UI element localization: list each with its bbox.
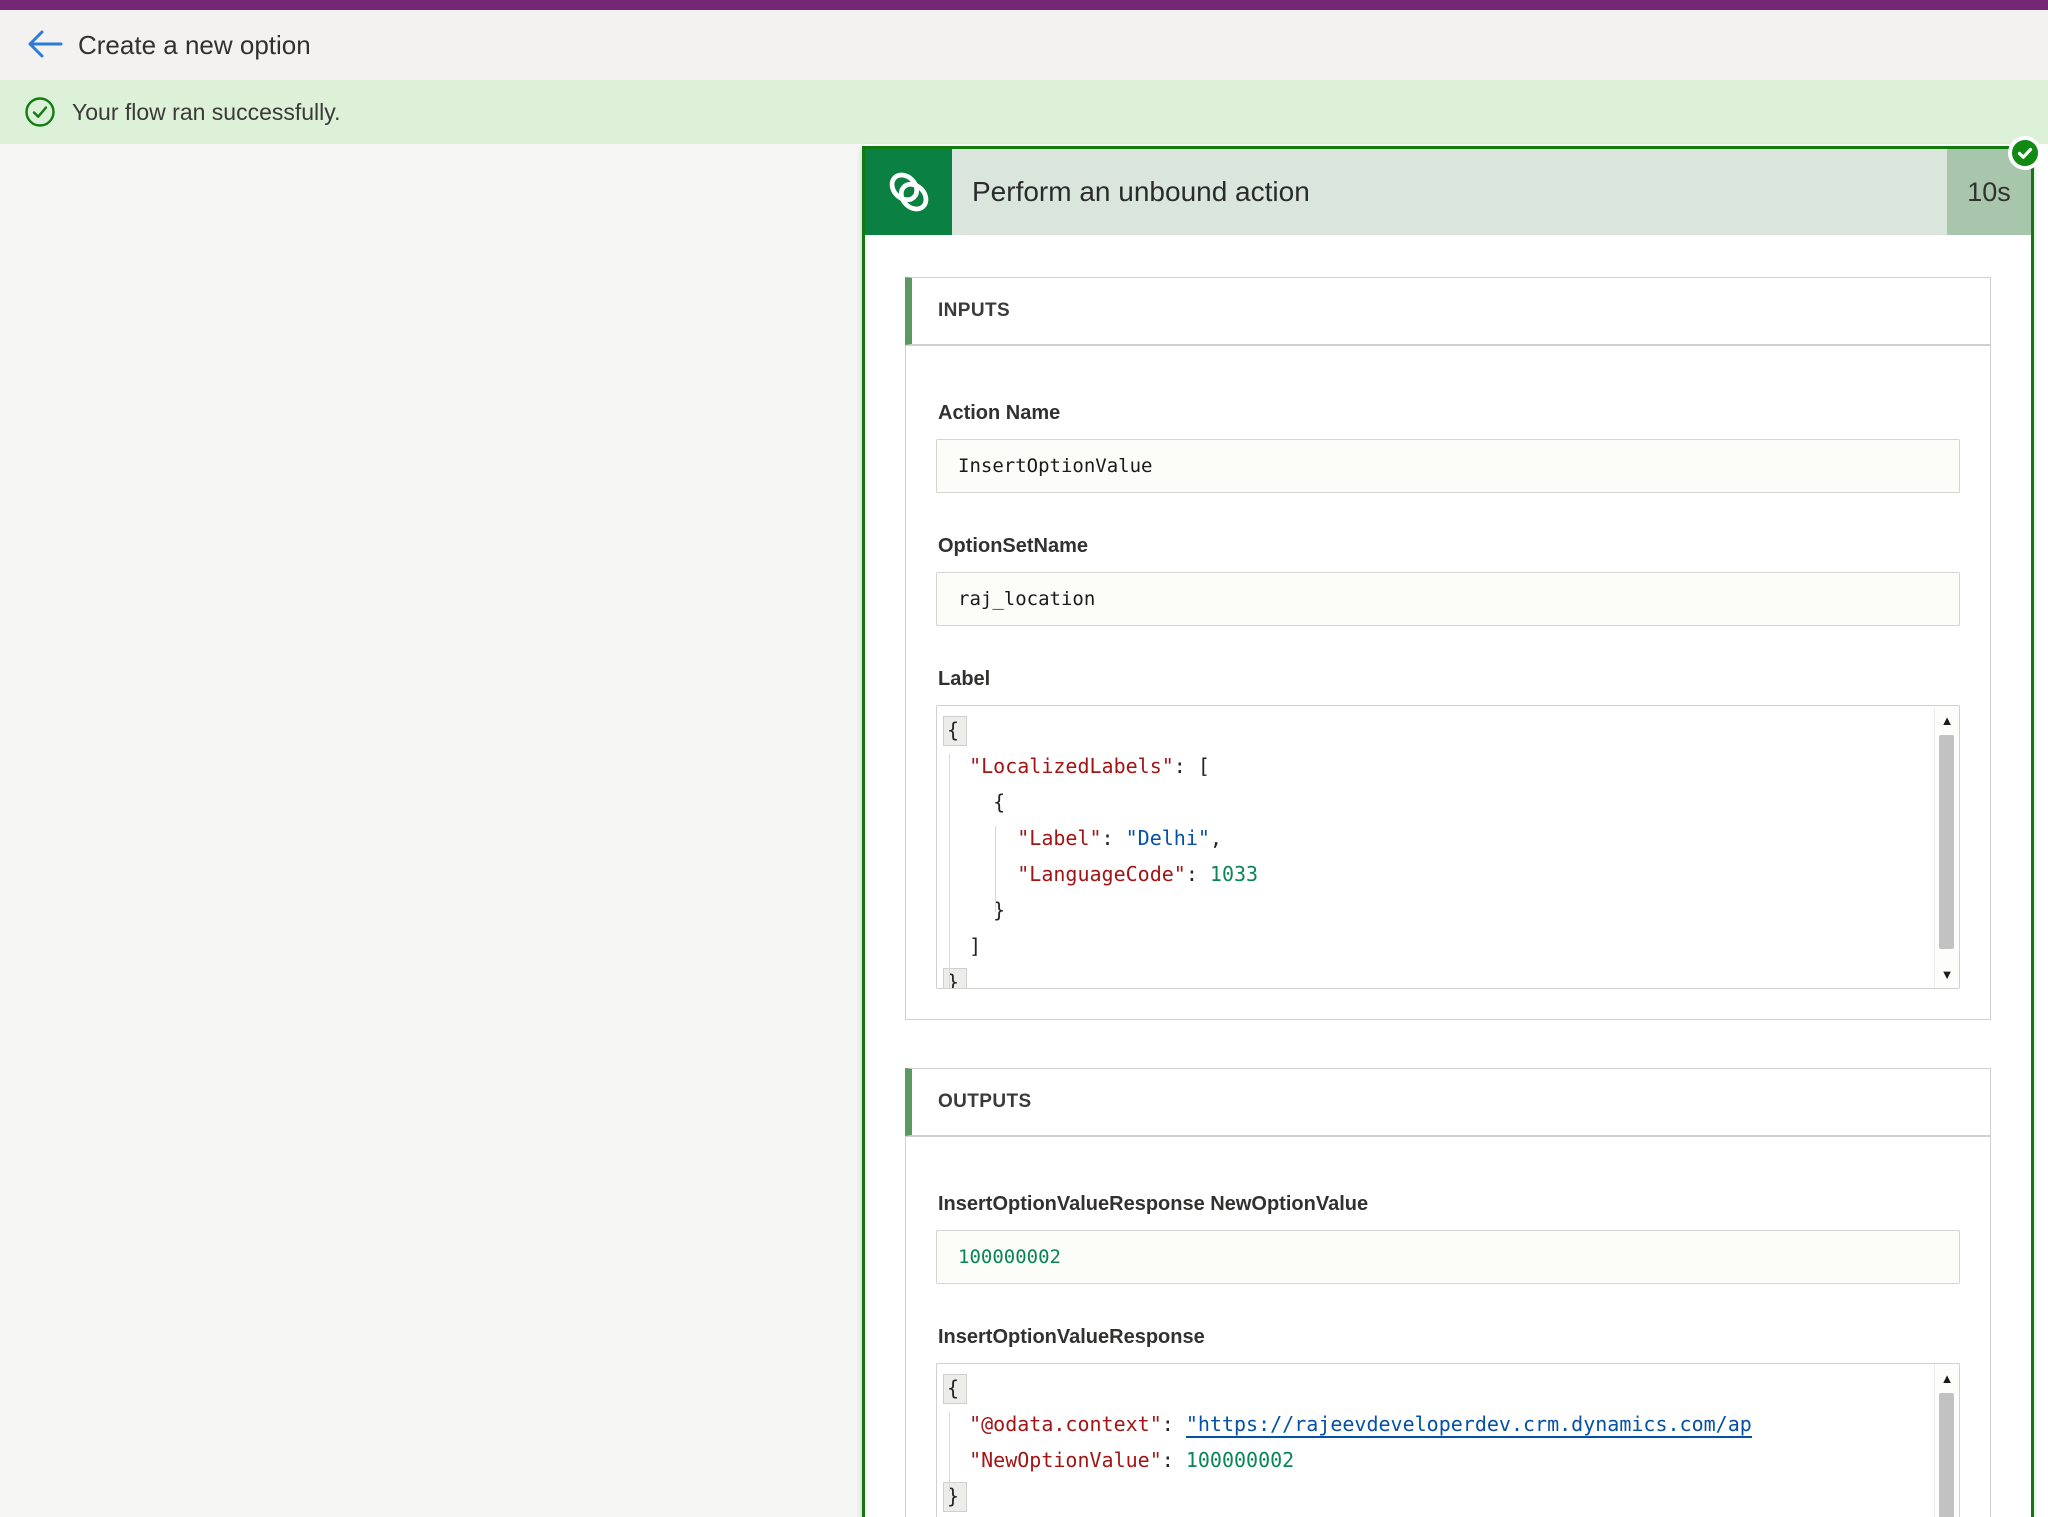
inputs-section-body: Action Name InsertOptionValue OptionSetN…	[905, 345, 1991, 1020]
scrollbar-thumb[interactable]	[1939, 735, 1954, 949]
outputs-section: OUTPUTS InsertOptionValueResponse NewOpt…	[905, 1068, 1991, 1517]
success-banner: Your flow ran successfully.	[0, 80, 2048, 144]
action-card-body: INPUTS Action Name InsertOptionValue Opt…	[865, 235, 2031, 1517]
inputs-section-header: INPUTS	[905, 277, 1991, 345]
optionset-label: OptionSetName	[938, 535, 1960, 558]
action-card: Perform an unbound action 10s INPUTS Act…	[862, 146, 2034, 1517]
label-json-editor[interactable]: { "LocalizedLabels": [ { "Label": "Delhi…	[936, 705, 1960, 989]
scroll-up-arrow[interactable]: ▲	[1935, 709, 1959, 731]
action-title: Perform an unbound action	[952, 149, 1947, 235]
response-label: InsertOptionValueResponse	[938, 1326, 1960, 1349]
optionset-value: raj_location	[936, 572, 1960, 626]
optionset-field: OptionSetName raj_location	[936, 535, 1960, 626]
response-json-editor[interactable]: { "@odata.context": "https://rajeevdevel…	[936, 1363, 1960, 1517]
response-json-content: { "@odata.context": "https://rajeevdevel…	[937, 1370, 1933, 1517]
inputs-section: INPUTS Action Name InsertOptionValue Opt…	[905, 277, 1991, 1020]
action-name-label: Action Name	[938, 402, 1960, 425]
action-name-value: InsertOptionValue	[936, 439, 1960, 493]
action-card-header[interactable]: Perform an unbound action 10s	[865, 149, 2031, 235]
indent-guide	[995, 826, 996, 912]
label-json-content: { "LocalizedLabels": [ { "Label": "Delhi…	[937, 712, 1933, 988]
status-success-badge	[2008, 136, 2042, 170]
inputs-section-label: INPUTS	[938, 300, 1010, 322]
dataverse-connector-icon	[865, 149, 952, 235]
scroll-up-arrow[interactable]: ▲	[1935, 1367, 1959, 1389]
page-title: Create a new option	[78, 30, 311, 61]
indent-guide	[949, 754, 950, 989]
scroll-down-arrow[interactable]: ▼	[1935, 963, 1959, 985]
new-option-value-field: InsertOptionValueResponse NewOptionValue…	[936, 1193, 1960, 1284]
outputs-section-header: OUTPUTS	[905, 1068, 1991, 1136]
outputs-section-label: OUTPUTS	[938, 1091, 1032, 1113]
new-option-value-label: InsertOptionValueResponse NewOptionValue	[938, 1193, 1960, 1216]
label-field-label: Label	[938, 668, 1960, 691]
back-button[interactable]	[24, 25, 64, 65]
arrow-left-icon	[25, 29, 63, 62]
canvas-background	[0, 144, 862, 1517]
brand-topbar	[0, 0, 2048, 10]
page-header: Create a new option	[0, 10, 2048, 80]
scrollbar-thumb[interactable]	[1939, 1393, 1954, 1517]
label-json-field: Label { "LocalizedLabels": [ { "Label": …	[936, 668, 1960, 989]
flow-run-page: Create a new option Your flow ran succes…	[0, 0, 2048, 1517]
success-check-icon	[24, 96, 56, 128]
action-name-field: Action Name InsertOptionValue	[936, 402, 1960, 493]
new-option-value: 100000002	[936, 1230, 1960, 1284]
response-json-field: InsertOptionValueResponse { "@odata.cont…	[936, 1326, 1960, 1517]
vertical-scrollbar[interactable]: ▲ ▼	[1934, 1365, 1958, 1517]
indent-guide	[949, 1412, 950, 1492]
vertical-scrollbar[interactable]: ▲ ▼	[1934, 707, 1958, 987]
banner-message: Your flow ran successfully.	[72, 99, 340, 126]
outputs-section-body: InsertOptionValueResponse NewOptionValue…	[905, 1136, 1991, 1517]
